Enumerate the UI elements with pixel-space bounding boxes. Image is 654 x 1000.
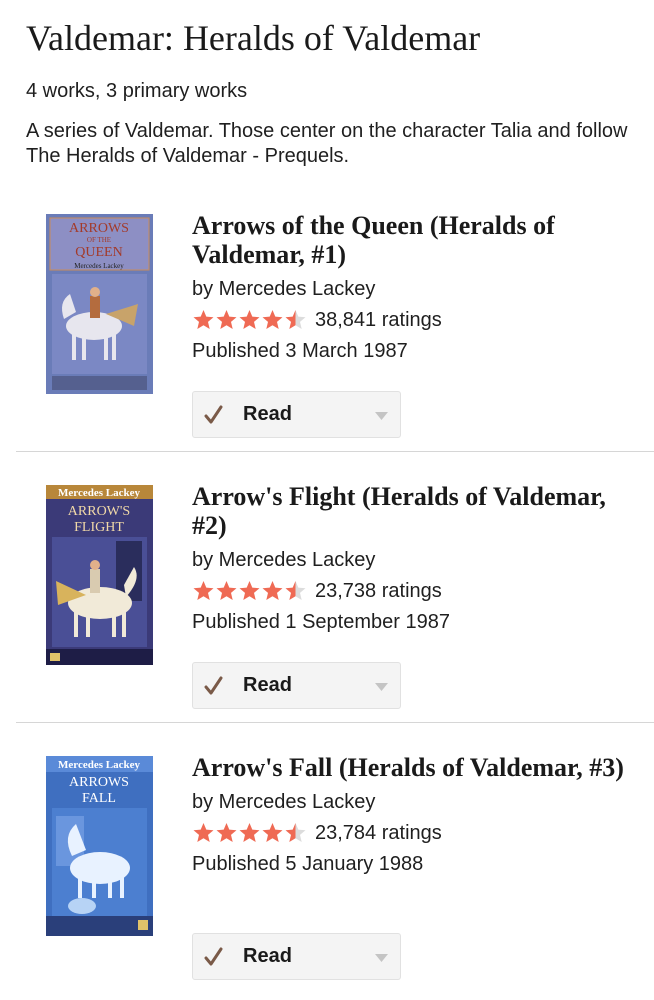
chevron-down-icon	[375, 412, 388, 420]
star-rating	[192, 309, 307, 331]
star-half-icon	[285, 823, 306, 842]
cover-image-icon: ARROWS OF THE QUEEN Mercedes Lackey	[46, 214, 153, 394]
book-info: Arrows of the Queen (Heralds of Valdemar…	[192, 211, 640, 363]
cover-line2: ARROWS	[69, 775, 129, 790]
rating-row: 23,738 ratings	[192, 578, 640, 604]
cover-line2: OF THE	[87, 236, 111, 244]
book-author[interactable]: by Mercedes Lackey	[192, 277, 640, 301]
book-author[interactable]: by Mercedes Lackey	[192, 790, 640, 814]
star-filled-icon	[193, 581, 214, 600]
shelf-label: Read	[243, 674, 292, 696]
star-filled-icon	[193, 823, 214, 842]
star-filled-icon	[262, 310, 283, 329]
rating-row: 23,784 ratings	[192, 820, 640, 846]
book-cover[interactable]: Mercedes Lackey ARROW'S FLIGHT	[46, 485, 153, 665]
published-date: Published 5 January 1988	[192, 853, 424, 875]
book-list: ARROWS OF THE QUEEN Mercedes Lackey Arro…	[16, 181, 654, 994]
check-icon	[204, 676, 223, 694]
star-filled-icon	[239, 310, 260, 329]
cover-line2: ARROW'S	[68, 504, 130, 519]
star-filled-icon	[216, 310, 237, 329]
star-filled-icon	[239, 581, 260, 600]
check-icon	[204, 405, 223, 423]
cover-line1: Mercedes Lackey	[58, 759, 140, 771]
chevron-down-icon	[375, 683, 388, 691]
shelf-label: Read	[243, 945, 292, 967]
book-info: Arrow's Fall (Heralds of Valdemar, #3) b…	[192, 753, 640, 876]
cover-author: Mercedes Lackey	[74, 262, 124, 270]
star-filled-icon	[193, 310, 214, 329]
cover-line3: QUEEN	[75, 245, 122, 260]
cover-line3: FALL	[82, 791, 116, 806]
book-title[interactable]: Arrow's Fall (Heralds of Valdemar, #3)	[192, 753, 640, 782]
published-date: Published 3 March 1987	[192, 340, 408, 362]
works-count: 4 works, 3 primary works	[26, 80, 248, 102]
series-description: A series of Valdemar. Those center on th…	[26, 120, 628, 167]
star-filled-icon	[216, 581, 237, 600]
book-item: ARROWS OF THE QUEEN Mercedes Lackey Arro…	[16, 181, 654, 452]
star-filled-icon	[216, 823, 237, 842]
rating-row: 38,841 ratings	[192, 307, 640, 333]
read-shelf-button[interactable]: Read	[192, 662, 401, 709]
shelf-label: Read	[243, 403, 292, 425]
book-cover[interactable]: Mercedes Lackey ARROWS FALL	[46, 756, 153, 936]
star-half-icon	[285, 581, 306, 600]
cover-line1: Mercedes Lackey	[58, 487, 140, 499]
ratings-count: 23,784 ratings	[315, 822, 442, 844]
book-title[interactable]: Arrow's Flight (Heralds of Valdemar, #2)	[192, 482, 640, 540]
cover-line3: FLIGHT	[74, 520, 124, 535]
book-item: Mercedes Lackey ARROW'S FLIGHT Arrow's F…	[16, 452, 654, 723]
chevron-down-icon	[375, 954, 388, 962]
star-rating	[192, 822, 307, 844]
read-shelf-button[interactable]: Read	[192, 391, 401, 438]
book-title[interactable]: Arrows of the Queen (Heralds of Valdemar…	[192, 211, 640, 269]
series-page: Valdemar: Heralds of Valdemar 4 works, 3…	[0, 0, 654, 994]
ratings-count: 23,738 ratings	[315, 580, 442, 602]
star-half-icon	[285, 310, 306, 329]
star-filled-icon	[239, 823, 260, 842]
book-cover[interactable]: ARROWS OF THE QUEEN Mercedes Lackey	[46, 214, 153, 394]
star-rating	[192, 580, 307, 602]
cover-image-icon: Mercedes Lackey ARROWS FALL	[46, 756, 153, 936]
star-filled-icon	[262, 581, 283, 600]
ratings-count: 38,841 ratings	[315, 309, 442, 331]
read-shelf-button[interactable]: Read	[192, 933, 401, 980]
cover-line1: ARROWS	[69, 221, 129, 236]
book-author[interactable]: by Mercedes Lackey	[192, 548, 640, 572]
published-date: Published 1 September 1987	[192, 611, 450, 633]
check-icon	[204, 947, 223, 965]
cover-image-icon: Mercedes Lackey ARROW'S FLIGHT	[46, 485, 153, 665]
series-title: Valdemar: Heralds of Valdemar	[26, 18, 481, 58]
book-item: Mercedes Lackey ARROWS FALL Arrow's Fall…	[16, 723, 654, 994]
star-filled-icon	[262, 823, 283, 842]
book-info: Arrow's Flight (Heralds of Valdemar, #2)…	[192, 482, 640, 634]
